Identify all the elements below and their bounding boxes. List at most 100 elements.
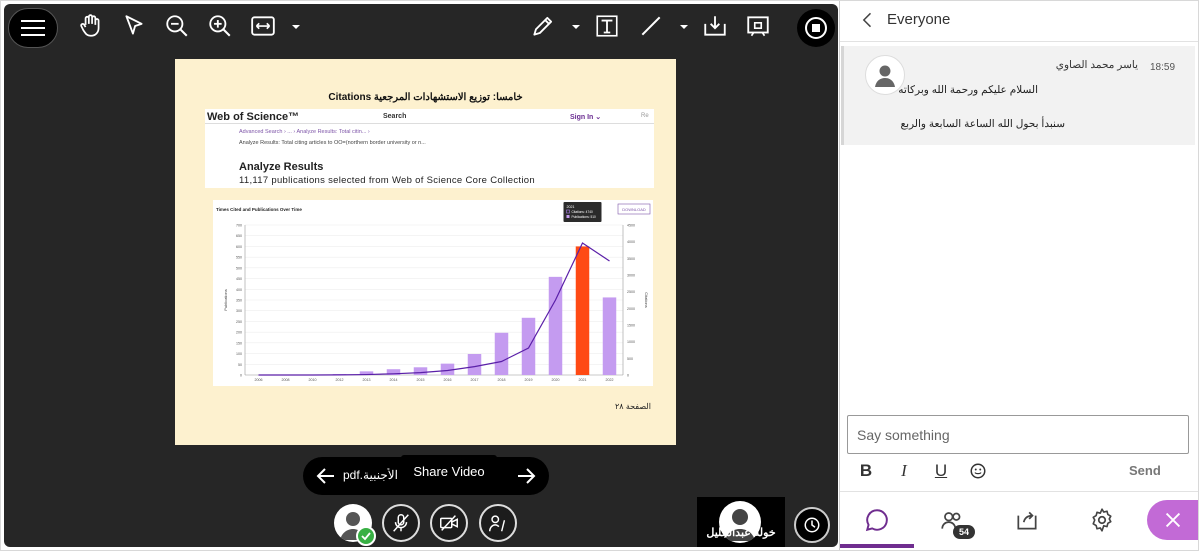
- y-tick-label: 550: [236, 256, 242, 260]
- chat-header: Everyone: [840, 0, 1199, 42]
- x-tick-label: 2022: [606, 378, 614, 382]
- chart-tooltip-bar-swatch: [566, 215, 570, 218]
- hand-tool-button[interactable]: [76, 11, 106, 41]
- x-tick-label: 2021: [579, 378, 587, 382]
- y-tick-label: 200: [236, 331, 242, 335]
- y-axis-label: Publications: [223, 289, 228, 311]
- gear-icon: [1092, 508, 1112, 532]
- wos-heading: Analyze Results: [239, 161, 324, 173]
- message-author: ياسر محمد الصاوي: [1055, 59, 1138, 71]
- y2-tick-label: 4000: [627, 240, 635, 244]
- presenter-name: خوله عبدالجليل: [706, 527, 776, 539]
- pen-tool-button[interactable]: [528, 11, 558, 41]
- chart-bar: [413, 367, 428, 375]
- share-video-button[interactable]: [430, 504, 468, 542]
- y-tick-label: 450: [236, 277, 242, 281]
- line-options-chevron-down-icon[interactable]: [679, 22, 689, 32]
- x-tick-label: 2017: [471, 378, 479, 382]
- microphone-toggle-button[interactable]: [382, 504, 420, 542]
- emoji-button[interactable]: [966, 459, 990, 483]
- message-text: السلام عليكم ورحمة الله وبركاته: [898, 84, 1038, 96]
- share-content-button[interactable]: [743, 11, 773, 41]
- x-tick-label: 2006: [255, 378, 263, 382]
- pointer-tool-button[interactable]: [119, 11, 149, 41]
- bold-button[interactable]: B: [854, 459, 878, 483]
- x-tick-label: 2020: [552, 378, 560, 382]
- emoji-icon: [970, 463, 986, 479]
- zoom-out-button[interactable]: [162, 11, 192, 41]
- close-panel-button[interactable]: [1147, 500, 1199, 540]
- y2-tick-label: 4500: [627, 224, 635, 228]
- zoom-in-icon: [209, 15, 231, 37]
- participants-count-badge: 54: [953, 525, 975, 539]
- zoom-in-button[interactable]: [205, 11, 235, 41]
- chat-message: 18:59 ياسر محمد الصاوي السلام عليكم ورحم…: [841, 46, 1195, 145]
- presenter-tile[interactable]: خوله عبدالجليل: [697, 497, 785, 547]
- underline-button[interactable]: U: [929, 459, 953, 483]
- previous-slide-button[interactable]: [311, 461, 341, 491]
- line-tool-button[interactable]: [636, 11, 666, 41]
- chat-tab[interactable]: [840, 492, 914, 548]
- chart-tooltip-publications: Publications: 510: [572, 215, 597, 219]
- wos-breadcrumb: Advanced Search › ... › Analyze Results:…: [239, 129, 370, 135]
- chart-tooltip-year: 2021: [567, 205, 575, 209]
- chat-input[interactable]: [848, 416, 1188, 453]
- y-tick-label: 600: [236, 245, 242, 249]
- settings-tab[interactable]: [1065, 492, 1139, 548]
- chat-bubble-icon: [865, 509, 888, 532]
- x-tick-label: 2010: [309, 378, 317, 382]
- x-tick-label: 2018: [498, 378, 506, 382]
- mic-off-icon: [393, 514, 409, 532]
- presentation-slide: خامسا: توزيع الاستشهادات المرجعية Citati…: [175, 59, 676, 445]
- attendees-tab[interactable]: [915, 492, 989, 548]
- share-video-tooltip: Share Video: [401, 455, 497, 488]
- wos-header: Web of Science™ Search Sign In ⌄ Re: [205, 109, 654, 124]
- y-tick-label: 700: [236, 224, 242, 228]
- chart-bar: [467, 354, 482, 375]
- close-icon: [1165, 512, 1181, 528]
- italic-button[interactable]: I: [892, 459, 916, 483]
- x-tick-label: 2008: [282, 378, 290, 382]
- y2-tick-label: 500: [627, 357, 633, 361]
- wos-logo: Web of Science™: [207, 111, 300, 123]
- citations-chart: Times Cited and Publications Over Time DO…: [213, 200, 653, 386]
- tooltip-arrow: [442, 487, 456, 494]
- download-button[interactable]: [700, 11, 730, 41]
- slide-page-number: الصفحة ٢٨: [615, 402, 651, 411]
- fit-width-button[interactable]: [248, 11, 278, 41]
- share-tab[interactable]: [990, 492, 1064, 548]
- text-tool-button[interactable]: [592, 11, 622, 41]
- x-tick-label: 2012: [336, 378, 344, 382]
- chart-bar: [548, 276, 563, 375]
- session-stage: خامسا: توزيع الاستشهادات المرجعية Citati…: [4, 4, 838, 547]
- line-icon: [641, 16, 661, 36]
- raise-hand-button[interactable]: [479, 504, 517, 542]
- y-tick-label: 100: [236, 352, 242, 356]
- x-tick-label: 2019: [525, 378, 533, 382]
- status-timer-button[interactable]: [794, 507, 830, 543]
- chevron-left-icon[interactable]: [858, 10, 878, 30]
- chart-bar: [575, 246, 590, 375]
- pen-options-chevron-down-icon[interactable]: [571, 22, 581, 32]
- clock-icon: [804, 517, 820, 533]
- session-menu-button[interactable]: [8, 8, 58, 48]
- chart-title: Times Cited and Publications Over Time: [216, 207, 302, 212]
- message-time: 18:59: [1150, 62, 1176, 73]
- chart-download-label: DOWNLOAD: [622, 207, 646, 212]
- pointer-icon: [125, 15, 143, 35]
- video-off-icon: [440, 515, 458, 531]
- send-button[interactable]: Send: [1129, 463, 1161, 478]
- share-content-icon: [1017, 511, 1037, 530]
- next-slide-button[interactable]: [511, 461, 541, 491]
- chart-bar: [494, 332, 509, 375]
- wos-screenshot: Web of Science™ Search Sign In ⌄ Re Adva…: [205, 109, 654, 188]
- wos-search-label: Search: [383, 113, 407, 120]
- y2-tick-label: 1000: [627, 340, 635, 344]
- fit-options-chevron-down-icon[interactable]: [291, 22, 301, 32]
- record-button[interactable]: [797, 9, 835, 47]
- y-tick-label: 250: [236, 320, 242, 324]
- chart-tooltip-citations: Citations: 4740: [572, 210, 593, 214]
- y2-tick-label: 1500: [627, 324, 635, 328]
- y2-axis-label: Citations: [644, 292, 649, 308]
- arrow-left-icon: [316, 468, 334, 484]
